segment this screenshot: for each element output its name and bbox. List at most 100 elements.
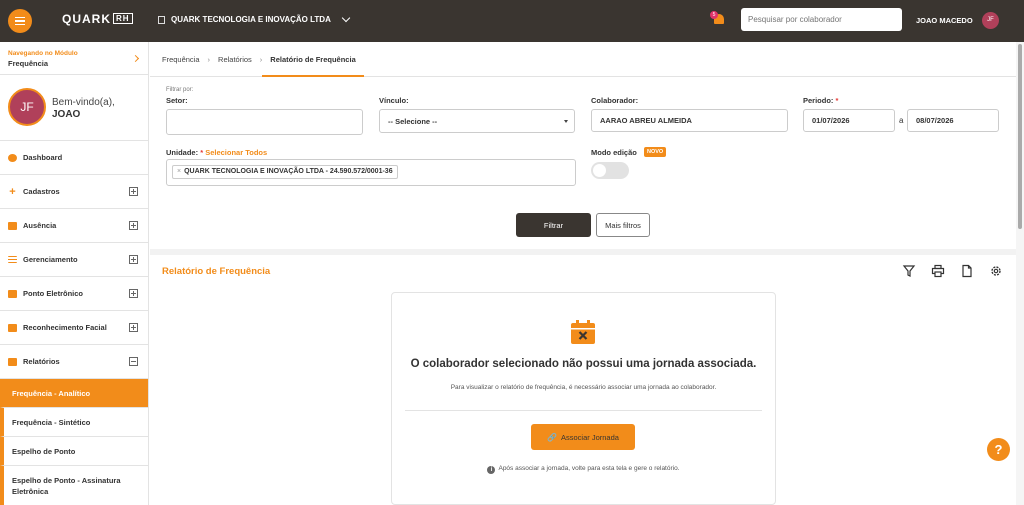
date-from-value: 01/07/2026 [812, 116, 850, 125]
expand-icon[interactable] [129, 221, 138, 230]
id-card-icon [8, 289, 17, 298]
sidebar-item-reconhecimento-facial[interactable]: Reconhecimento Facial [0, 311, 148, 345]
periodo-label: Periodo: * [803, 96, 839, 105]
more-filters-button[interactable]: Mais filtros [596, 213, 650, 237]
file-icon[interactable] [960, 264, 974, 278]
colaborador-label: Colaborador: [591, 96, 639, 105]
menu-icon[interactable] [8, 9, 32, 33]
user-name[interactable]: JOAO MACEDO [916, 16, 973, 25]
close-icon[interactable]: × [177, 168, 181, 175]
sidebar-subitem-frequencia-analitico[interactable]: Frequência - Analítico [0, 379, 148, 408]
report-icon [8, 357, 17, 366]
top-bar: QUARK RH QUARK TECNOLOGIA E INOVAÇÃO LTDA… [0, 0, 1024, 42]
new-badge: NOVO [644, 147, 667, 157]
module-label: Navegando no Módulo [8, 50, 78, 57]
breadcrumb-item[interactable]: Relatórios [218, 55, 252, 64]
plus-icon: + [9, 185, 16, 198]
filter-by-label: Filtrar por: [166, 87, 194, 93]
unidade-multiselect[interactable]: × QUARK TECNOLOGIA E INOVAÇÃO LTDA - 24.5… [166, 159, 576, 186]
dashboard-icon [8, 153, 17, 162]
filter-icon[interactable] [902, 264, 916, 278]
sidebar-item-label: Ausência [23, 221, 57, 230]
caret-down-icon [564, 120, 568, 123]
colaborador-value: AARAO ABREU ALMEIDA [600, 116, 692, 125]
date-to-field[interactable]: 08/07/2026 [907, 109, 999, 132]
list-icon [8, 256, 17, 263]
info-note-text: Após associar a jornada, volte para esta… [498, 465, 680, 472]
associate-journey-button[interactable]: 🔗 Associar Jornada [531, 424, 635, 450]
expand-icon[interactable] [129, 323, 138, 332]
gear-icon[interactable] [989, 264, 1003, 278]
sidebar-subitem-espelho-assinatura[interactable]: Espelho de Ponto - Assinatura Eletrônica [0, 466, 148, 505]
avatar[interactable]: JF [982, 12, 999, 29]
sidebar-item-ponto-eletronico[interactable]: Ponto Eletrônico [0, 277, 148, 311]
report-title: Relatório de Frequência [162, 266, 271, 277]
chevron-right-icon: › [207, 54, 211, 64]
main-content: Frequência › Relatórios › Relatório de F… [150, 42, 1016, 505]
bell-icon[interactable]: 5 [710, 11, 726, 26]
expand-icon[interactable] [129, 255, 138, 264]
empty-state-message: O colaborador selecionado não possui uma… [410, 358, 757, 370]
user-minus-icon [8, 221, 17, 230]
modo-edicao-label: Modo edição [591, 148, 637, 157]
welcome-text: Bem-vindo(a), [52, 97, 115, 108]
date-from-field[interactable]: 01/07/2026 [803, 109, 895, 132]
section-divider [150, 249, 1016, 255]
sidebar: Navegando no Módulo Frequência JF Bem-vi… [0, 42, 149, 505]
sidebar-item-label: Relatórios [23, 357, 60, 366]
app-logo[interactable]: QUARK RH [62, 12, 133, 26]
help-button[interactable]: ? [987, 438, 1010, 461]
sidebar-item-dashboard[interactable]: Dashboard [0, 141, 148, 175]
colaborador-field[interactable]: AARAO ABREU ALMEIDA [591, 109, 788, 132]
breadcrumb: Frequência › Relatórios › Relatório de F… [150, 42, 1016, 77]
search-input[interactable] [741, 8, 902, 31]
print-icon[interactable] [931, 264, 945, 278]
breadcrumb-current: Relatório de Frequência [262, 54, 365, 77]
sidebar-item-gerenciamento[interactable]: Gerenciamento [0, 243, 148, 277]
scrollbar[interactable] [1016, 42, 1024, 505]
calendar-x-icon [571, 320, 595, 344]
select-all-link[interactable]: Selecionar Todos [205, 148, 267, 157]
sidebar-item-ausencia[interactable]: Ausência [0, 209, 148, 243]
chevron-down-icon [341, 13, 351, 23]
collapse-icon[interactable] [129, 357, 138, 366]
vinculo-select[interactable]: -- Selecione -- [379, 109, 575, 133]
associate-journey-label: Associar Jornada [561, 432, 619, 442]
info-note: i Após associar a jornada, volte para est… [392, 465, 775, 474]
setor-label: Setor: [166, 96, 188, 105]
unidade-label: Unidade: * Selecionar Todos [166, 148, 268, 157]
date-separator: a [899, 116, 904, 125]
sidebar-item-label: Dashboard [23, 153, 63, 162]
vinculo-label: Vínculo: [379, 96, 409, 105]
company-name: QUARK TECNOLOGIA E INOVAÇÃO LTDA [171, 15, 331, 24]
building-icon [158, 15, 165, 24]
chevron-right-icon: › [259, 54, 263, 64]
info-icon: i [487, 466, 496, 474]
sidebar-subitem-espelho-de-ponto[interactable]: Espelho de Ponto [0, 437, 148, 466]
unidade-chip[interactable]: × QUARK TECNOLOGIA E INOVAÇÃO LTDA - 24.5… [172, 165, 398, 179]
expand-icon[interactable] [129, 289, 138, 298]
face-id-icon [8, 323, 17, 332]
expand-icon[interactable] [129, 187, 138, 196]
module-navigator[interactable]: Navegando no Módulo Frequência [0, 42, 148, 75]
sidebar-subitem-frequencia-sintetico[interactable]: Frequência - Sintético [0, 408, 148, 437]
sidebar-item-cadastros[interactable]: + Cadastros [0, 175, 148, 209]
vinculo-value: -- Selecione -- [388, 116, 438, 126]
avatar: JF [8, 88, 46, 126]
divider [405, 410, 762, 411]
no-journey-card: O colaborador selecionado não possui uma… [391, 292, 776, 505]
sidebar-item-label: Reconhecimento Facial [23, 323, 107, 332]
modo-edicao-toggle[interactable] [591, 162, 629, 179]
scrollbar-thumb[interactable] [1018, 44, 1022, 229]
module-value: Frequência [8, 59, 49, 68]
sidebar-item-relatorios[interactable]: Relatórios [0, 345, 148, 379]
breadcrumb-item[interactable]: Frequência [162, 55, 200, 64]
setor-field[interactable] [166, 109, 363, 135]
empty-state-subtext: Para visualizar o relatório de frequênci… [450, 384, 717, 391]
filter-button[interactable]: Filtrar [516, 213, 591, 237]
sidebar-item-label: Gerenciamento [23, 255, 78, 264]
sidebar-item-label: Cadastros [23, 187, 60, 196]
company-selector[interactable]: QUARK TECNOLOGIA E INOVAÇÃO LTDA [158, 13, 351, 24]
notification-count: 5 [710, 11, 718, 19]
date-to-value: 08/07/2026 [916, 116, 954, 125]
